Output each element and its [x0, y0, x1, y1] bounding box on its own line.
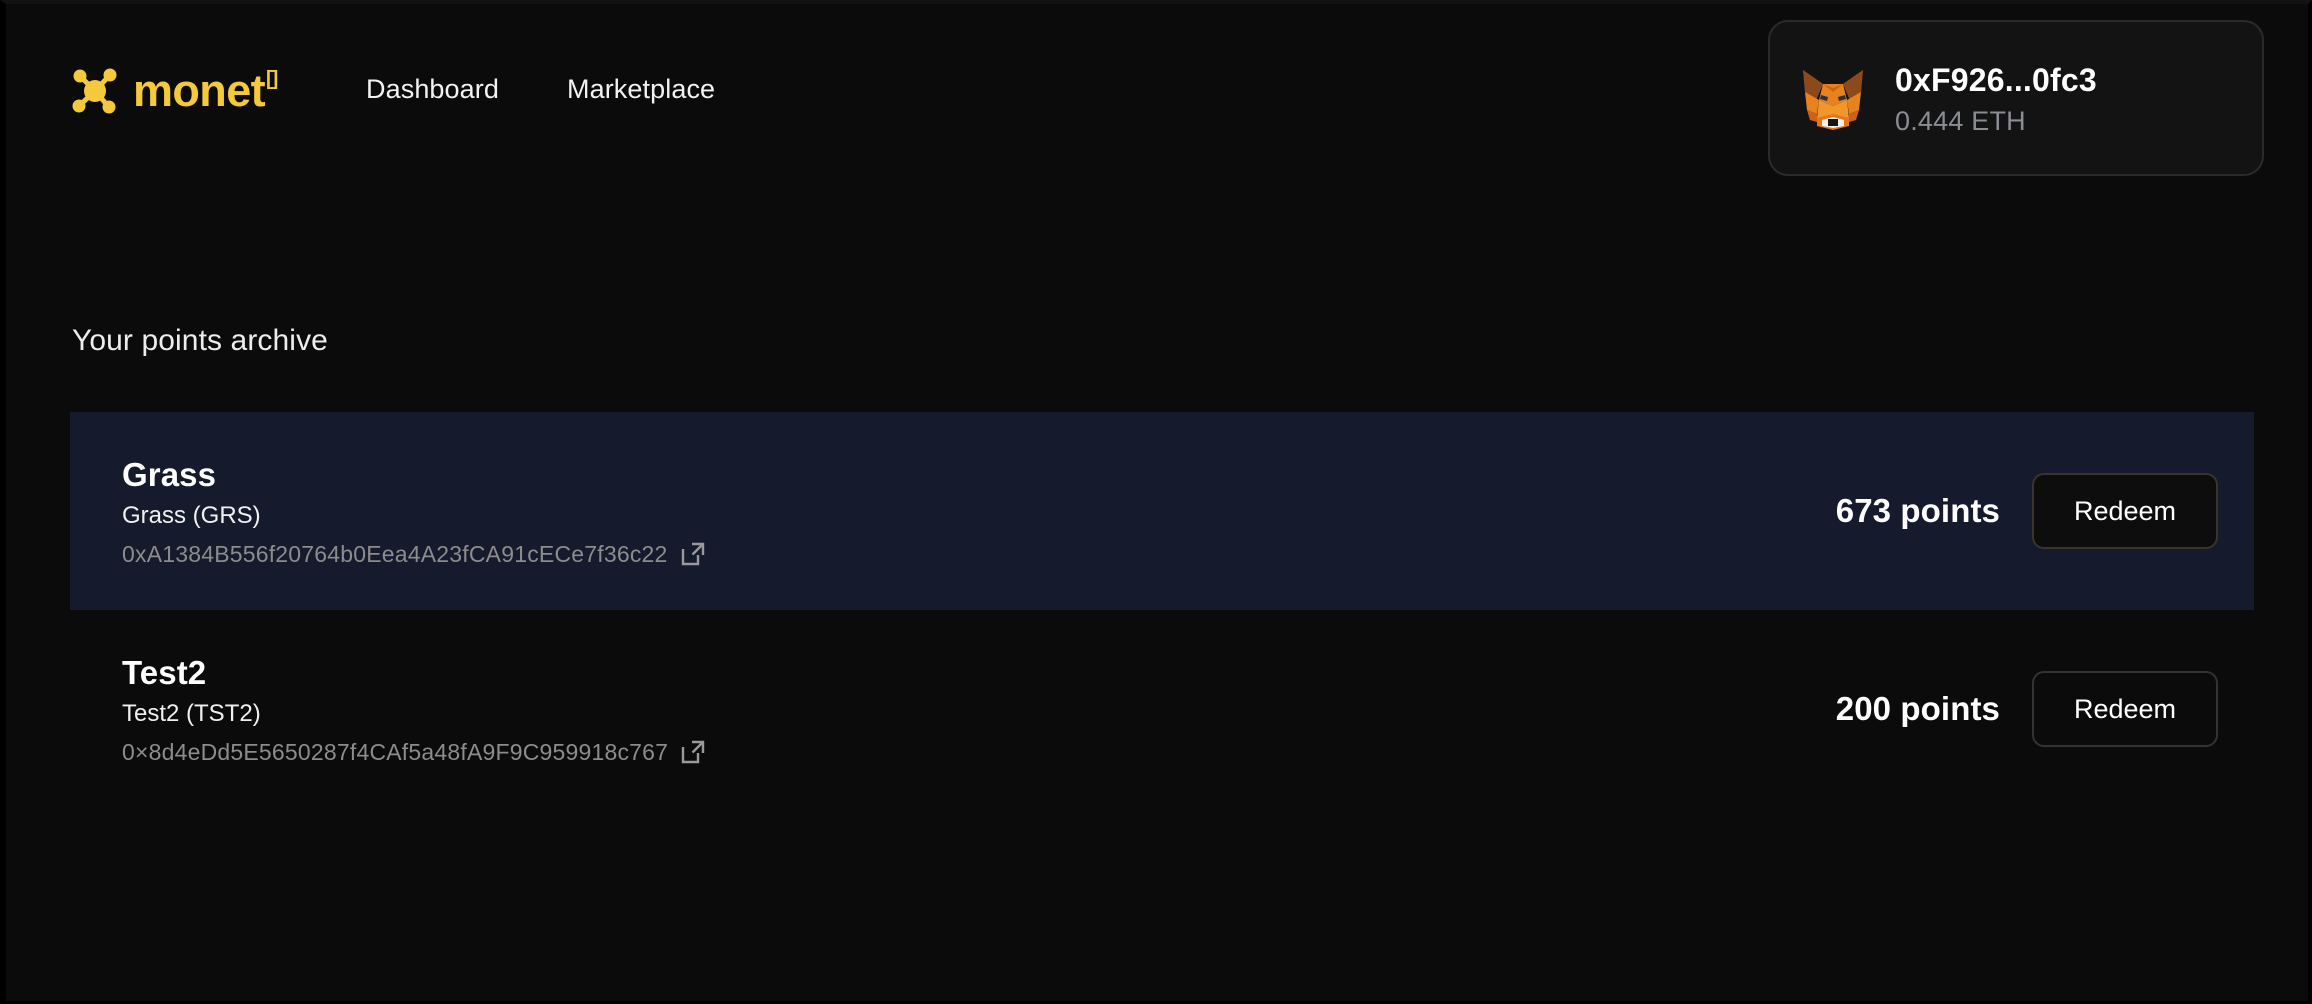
brand-wordmark: monet [] [133, 65, 278, 116]
token-symbol: Grass (GRS) [122, 501, 261, 529]
token-address: 0xA1384B556f20764b0Eea4A23fCA91cECe7f36c… [122, 540, 668, 567]
molecule-icon [72, 68, 117, 114]
redeem-button[interactable]: Redeem [2032, 473, 2218, 549]
token-symbol: Test2 (TST2) [122, 699, 261, 727]
nav-link-marketplace[interactable]: Marketplace [567, 74, 715, 105]
wallet-address: 0xF926...0fc3 [1895, 61, 2097, 98]
points-value: 673 points [1835, 492, 2000, 529]
page-title: Your points archive [72, 324, 328, 357]
app-page: monet [] Dashboard Marketplace 0xF926...… [0, 0, 2312, 1004]
wallet-badge[interactable]: 0xF926...0fc3 0.444 ETH [1768, 20, 2264, 176]
external-link-icon[interactable] [680, 739, 706, 765]
brand-superscript: [] [266, 68, 278, 90]
wallet-balance: 0.444 ETH [1895, 105, 2026, 136]
table-row[interactable]: Test2 Test2 (TST2) 0×8d4eDd5E5650287f4CA… [70, 610, 2254, 808]
token-address: 0×8d4eDd5E5650287f4CAf5a48fA9F9C959918c7… [122, 738, 669, 765]
brand-logo[interactable]: monet [] [69, 61, 278, 121]
row-info: Test2 Test2 (TST2) 0×8d4eDd5E5650287f4CA… [122, 653, 1836, 766]
redeem-button[interactable]: Redeem [2032, 671, 2218, 747]
points-value: 200 points [1835, 690, 2000, 727]
table-row[interactable]: Grass Grass (GRS) 0xA1384B556f20764b0Eea… [70, 412, 2254, 610]
token-address-line: 0×8d4eDd5E5650287f4CAf5a48fA9F9C959918c7… [122, 738, 1836, 766]
points-archive-list: Grass Grass (GRS) 0xA1384B556f20764b0Eea… [70, 412, 2254, 808]
main-nav: Dashboard Marketplace [366, 74, 715, 105]
app-header: monet [] Dashboard Marketplace 0xF926...… [6, 4, 2308, 194]
external-link-icon[interactable] [680, 541, 706, 567]
brand-name: monet [133, 65, 266, 116]
row-info: Grass Grass (GRS) 0xA1384B556f20764b0Eea… [122, 455, 1836, 568]
nav-link-dashboard[interactable]: Dashboard [366, 74, 499, 105]
wallet-info: 0xF926...0fc3 0.444 ETH [1895, 60, 2097, 137]
token-name: Grass [122, 455, 217, 493]
token-name: Test2 [122, 653, 207, 691]
token-address-line: 0xA1384B556f20764b0Eea4A23fCA91cECe7f36c… [122, 540, 1836, 568]
metamask-fox-icon [1803, 70, 1863, 130]
